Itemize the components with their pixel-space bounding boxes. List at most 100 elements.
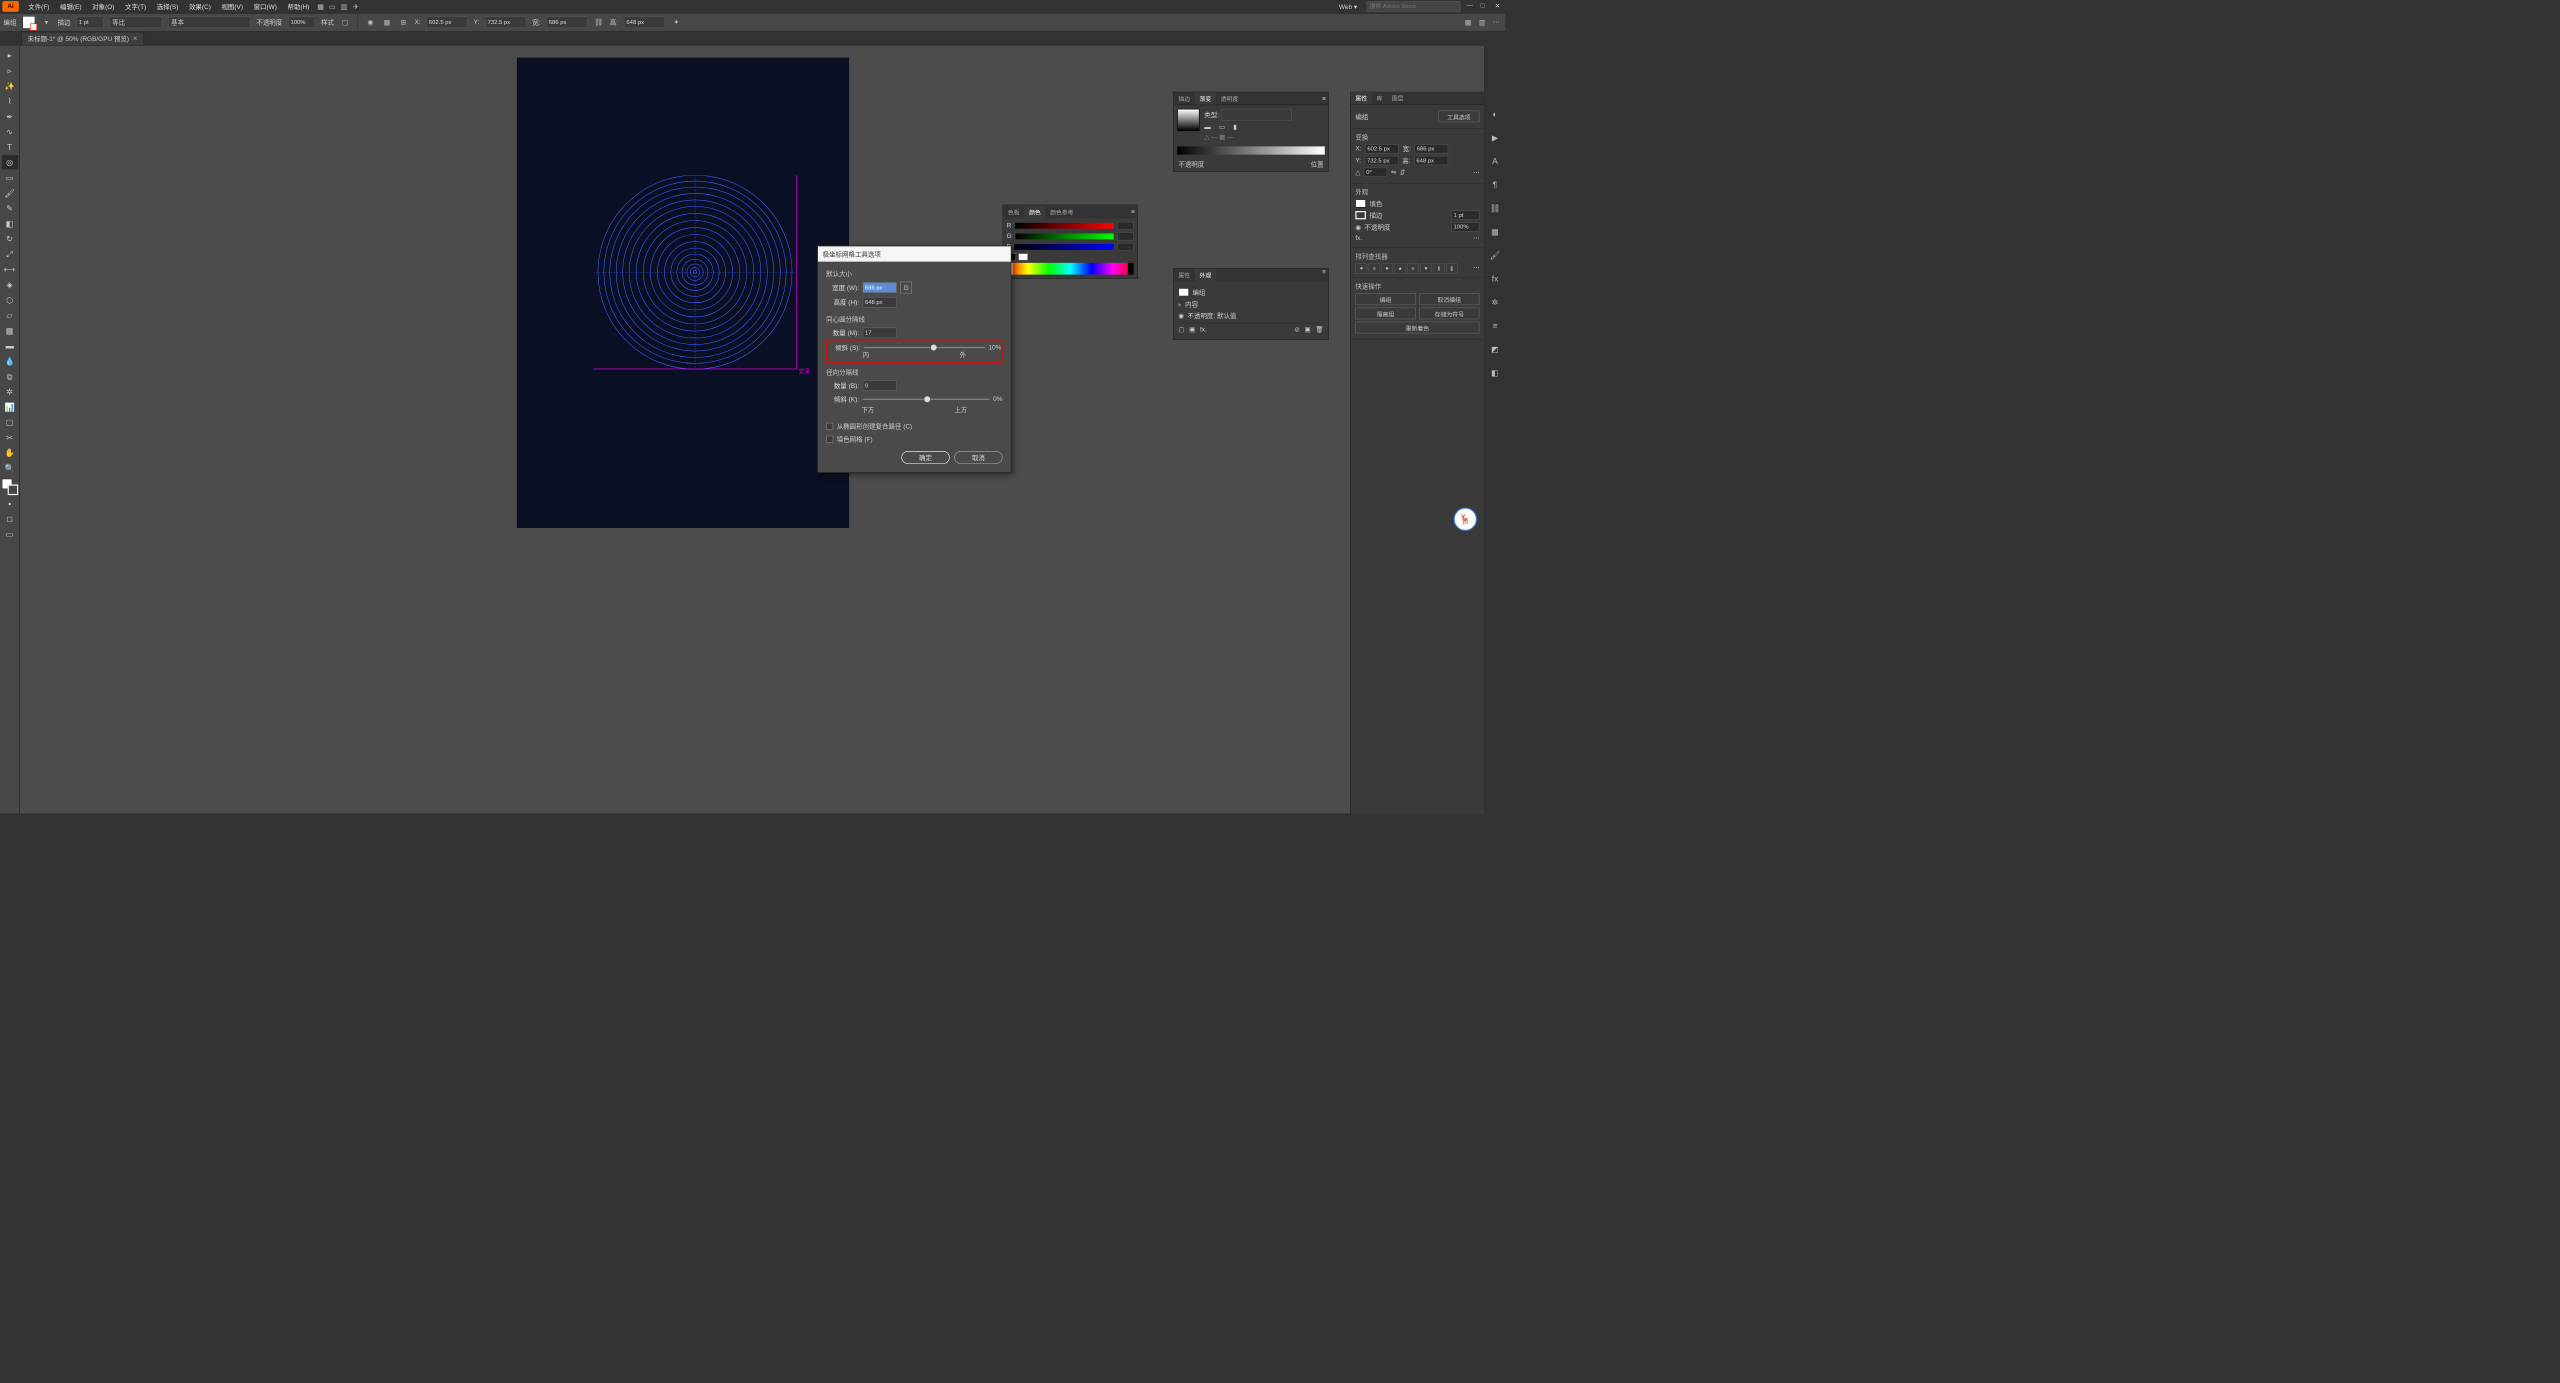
symbol-sprayer-tool[interactable]: ✲ bbox=[1, 385, 17, 399]
prefs-icon[interactable]: ▥ bbox=[1477, 17, 1488, 28]
b-slider[interactable] bbox=[1015, 244, 1114, 250]
gradient-tool[interactable]: ▬ bbox=[1, 339, 17, 353]
curvature-tool[interactable]: ∿ bbox=[1, 125, 17, 139]
menu-help[interactable]: 帮助(H) bbox=[283, 1, 314, 13]
color-mode-icon[interactable]: ▪ bbox=[1, 496, 17, 510]
quick-isolate-button[interactable]: 隔离组 bbox=[1355, 308, 1415, 320]
shape-icon[interactable]: ✦ bbox=[671, 17, 682, 28]
color-panel-menu-icon[interactable]: ≡ bbox=[1129, 208, 1137, 215]
compound-path-checkbox[interactable]: 从椭圆形创建复合路径 (C) bbox=[826, 422, 1002, 431]
paintbrush-tool[interactable]: 🖌 bbox=[1, 186, 17, 200]
align-right[interactable]: ⯈ bbox=[1381, 263, 1393, 274]
gradient-tab-gradient[interactable]: 渐变 bbox=[1195, 92, 1216, 104]
right-tab-properties[interactable]: 属性 bbox=[1351, 92, 1372, 104]
appearance-more-icon[interactable]: ⋯ bbox=[1473, 234, 1479, 242]
blend-tool[interactable]: ⧉ bbox=[1, 369, 17, 383]
distribute-v[interactable]: ⫼ bbox=[1446, 263, 1458, 274]
appearance-tab-properties[interactable]: 属性 bbox=[1174, 269, 1195, 282]
window-minimize[interactable]: — bbox=[1466, 2, 1474, 10]
strip-brush-icon[interactable]: 🖌 bbox=[1488, 248, 1502, 262]
r-value[interactable] bbox=[1117, 222, 1133, 230]
shaper-tool[interactable]: ✎ bbox=[1, 201, 17, 215]
artboard-tool[interactable]: ▢ bbox=[1, 415, 17, 429]
add-stroke-icon[interactable]: ▢ bbox=[1178, 326, 1184, 334]
concentric-count-input[interactable] bbox=[863, 328, 897, 339]
radial-count-input[interactable] bbox=[863, 380, 897, 391]
rectangle-tool[interactable]: ▭ bbox=[1, 171, 17, 185]
strip-paragraph-icon[interactable]: ¶ bbox=[1488, 178, 1502, 192]
type-tool[interactable]: T bbox=[1, 140, 17, 154]
column-graph-tool[interactable]: 📊 bbox=[1, 400, 17, 414]
bridge-icon[interactable]: ▦ bbox=[315, 1, 326, 12]
strip-color-icon[interactable]: ◐ bbox=[1488, 107, 1502, 121]
props-stroke-swatch[interactable] bbox=[1355, 211, 1366, 219]
direct-selection-tool[interactable]: ▹ bbox=[1, 64, 17, 78]
strip-type-icon[interactable]: A bbox=[1488, 154, 1502, 168]
clear-icon[interactable]: ⊘ bbox=[1294, 326, 1299, 334]
props-h-input[interactable] bbox=[1414, 156, 1448, 165]
radial-skew-slider[interactable] bbox=[863, 399, 990, 400]
add-fill-icon[interactable]: ▣ bbox=[1189, 326, 1195, 334]
menu-edit[interactable]: 编辑(E) bbox=[55, 1, 86, 13]
uniform-dropdown[interactable]: 等比 bbox=[109, 16, 162, 28]
stock-search[interactable] bbox=[1367, 1, 1461, 12]
opacity-input[interactable] bbox=[288, 16, 315, 28]
trash-icon[interactable]: 🗑 bbox=[1315, 326, 1323, 334]
menu-effect[interactable]: 效果(C) bbox=[184, 1, 215, 13]
gradient-slider[interactable] bbox=[1177, 146, 1325, 154]
quick-group-button[interactable]: 编组 bbox=[1355, 293, 1415, 305]
link-wh-icon[interactable]: ⛓ bbox=[593, 17, 604, 28]
window-close[interactable]: ✕ bbox=[1495, 2, 1503, 10]
h-input[interactable] bbox=[624, 16, 665, 28]
floating-widget-icon[interactable]: 🦌 bbox=[1454, 507, 1478, 531]
color-tab-color[interactable]: 颜色 bbox=[1024, 206, 1045, 218]
fill-swatch[interactable] bbox=[22, 16, 35, 29]
free-transform-tool[interactable]: ◈ bbox=[1, 278, 17, 292]
fill-grid-checkbox[interactable]: 填色网格 (F) bbox=[826, 435, 1002, 444]
align-vcenter[interactable]: ≡ bbox=[1407, 263, 1419, 274]
align-top[interactable]: ⯅ bbox=[1394, 263, 1406, 274]
props-angle-input[interactable] bbox=[1364, 168, 1388, 177]
props-stroke-weight[interactable] bbox=[1451, 211, 1479, 220]
strip-layers-icon[interactable]: ◧ bbox=[1488, 366, 1502, 380]
menu-window[interactable]: 窗口(W) bbox=[249, 1, 282, 13]
color-tab-guide[interactable]: 颜色参考 bbox=[1045, 206, 1078, 218]
gradient-tab-stroke[interactable]: 描边 bbox=[1174, 92, 1195, 104]
more-icon[interactable]: ⋯ bbox=[1491, 17, 1502, 28]
concentric-skew-slider[interactable] bbox=[864, 347, 985, 348]
stroke-weight-input[interactable] bbox=[76, 16, 103, 28]
tool-options-button[interactable]: 工具选项 bbox=[1438, 111, 1479, 123]
gradient-type-dropdown[interactable] bbox=[1221, 109, 1292, 121]
duplicate-icon[interactable]: ▣ bbox=[1305, 326, 1311, 334]
strip-play-icon[interactable]: ▶ bbox=[1488, 131, 1502, 145]
right-tab-libraries[interactable]: 库 bbox=[1372, 92, 1387, 104]
align-hcenter[interactable]: ≡ bbox=[1368, 263, 1380, 274]
draw-mode-icon[interactable]: ◻ bbox=[1, 512, 17, 526]
scale-tool[interactable]: ⤢ bbox=[1, 247, 17, 261]
brush-dropdown[interactable]: 基本 bbox=[168, 16, 250, 28]
align-bottom[interactable]: ⯆ bbox=[1420, 263, 1432, 274]
panel-menu-icon[interactable]: ≡ bbox=[1320, 95, 1328, 102]
reference-point-icon[interactable]: ⊡ bbox=[900, 282, 912, 294]
w-input[interactable] bbox=[546, 16, 587, 28]
add-fx-icon[interactable]: fx. bbox=[1200, 326, 1207, 333]
screen-mode-icon[interactable]: ▭ bbox=[1, 527, 17, 541]
appearance-panel-menu-icon[interactable]: ≡ bbox=[1320, 269, 1328, 282]
quick-recolor-button[interactable]: 重新着色 bbox=[1355, 322, 1479, 334]
menu-select[interactable]: 选择(S) bbox=[152, 1, 183, 13]
flip-v-icon[interactable]: ⇵ bbox=[1400, 168, 1405, 176]
width-input[interactable] bbox=[863, 282, 897, 293]
g-slider[interactable] bbox=[1015, 233, 1113, 239]
style-swatch[interactable]: ▢ bbox=[340, 17, 351, 28]
setup-icon[interactable]: ▦ bbox=[1463, 17, 1474, 28]
props-x-input[interactable] bbox=[1365, 144, 1399, 153]
appearance-fill-swatch[interactable] bbox=[1178, 288, 1189, 296]
cancel-button[interactable]: 取消 bbox=[954, 451, 1002, 464]
strip-pathfinder-icon[interactable]: ◩ bbox=[1488, 342, 1502, 356]
arrange-icon[interactable]: ▭ bbox=[327, 1, 338, 12]
dock-icon[interactable]: ▥ bbox=[339, 1, 350, 12]
quick-symbol-button[interactable]: 存储为符号 bbox=[1419, 308, 1479, 320]
transform-more-icon[interactable]: ⋯ bbox=[1473, 168, 1479, 176]
close-tab-icon[interactable]: ✕ bbox=[133, 36, 138, 42]
distribute-h[interactable]: ⫴ bbox=[1433, 263, 1445, 274]
